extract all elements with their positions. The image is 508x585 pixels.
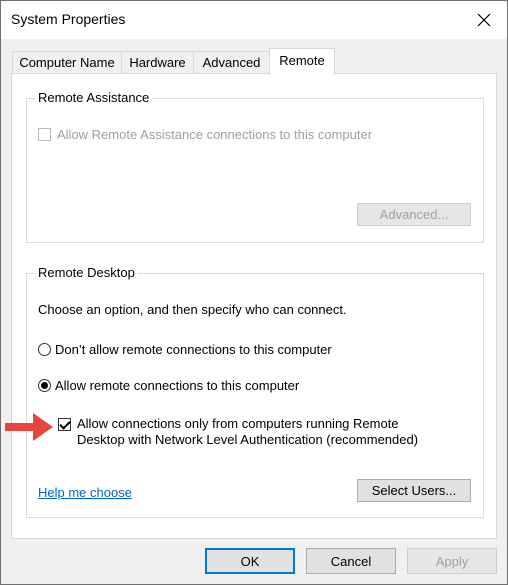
apply-button-label: Apply [435, 553, 469, 569]
help-me-choose-link[interactable]: Help me choose [38, 485, 132, 500]
nla-label: Allow connections only from computers ru… [77, 416, 418, 448]
advanced-button[interactable]: Advanced... [357, 203, 471, 226]
allow-remote-assistance-checkbox[interactable] [38, 128, 51, 141]
advanced-button-label: Advanced... [379, 207, 449, 222]
select-users-button-label: Select Users... [371, 483, 457, 498]
title-bar: System Properties [1, 1, 507, 39]
allow-radio[interactable] [38, 379, 51, 392]
red-arrow-icon [5, 413, 53, 441]
dont-allow-radio-row[interactable]: Don’t allow remote connections to this c… [38, 342, 332, 357]
system-properties-dialog: System Properties Computer Name Hardware… [0, 0, 508, 585]
remote-tab-panel: Remote Assistance Allow Remote Assistanc… [11, 73, 497, 539]
tab-computer-name[interactable]: Computer Name [12, 51, 122, 74]
tab-label: Computer Name [19, 55, 115, 70]
tab-remote[interactable]: Remote [269, 48, 335, 75]
remote-desktop-group: Remote Desktop Choose an option, and the… [26, 265, 484, 518]
ok-button-label: OK [240, 553, 260, 569]
apply-button[interactable]: Apply [407, 548, 497, 574]
nla-label-line2: Desktop with Network Level Authenticatio… [77, 432, 419, 447]
allow-remote-assistance-label: Allow Remote Assistance connections to t… [57, 127, 373, 142]
tab-label: Hardware [129, 55, 186, 70]
remote-desktop-legend: Remote Desktop [35, 265, 138, 280]
window-title: System Properties [11, 11, 126, 27]
ok-button[interactable]: OK [205, 548, 295, 574]
close-icon [477, 13, 491, 27]
tab-label: Advanced [202, 55, 261, 70]
allow-label: Allow remote connections to this compute… [55, 378, 300, 393]
allow-remote-assistance-checkbox-row[interactable]: Allow Remote Assistance connections to t… [38, 127, 372, 142]
allow-radio-row[interactable]: Allow remote connections to this compute… [38, 378, 299, 393]
tab-advanced[interactable]: Advanced [193, 51, 270, 74]
remote-desktop-instruction: Choose an option, and then specify who c… [38, 302, 347, 317]
dont-allow-radio[interactable] [38, 343, 51, 356]
cancel-button[interactable]: Cancel [306, 548, 396, 574]
close-button[interactable] [461, 1, 507, 39]
nla-checkbox[interactable] [58, 418, 71, 431]
remote-assistance-legend: Remote Assistance [35, 90, 153, 105]
select-users-button[interactable]: Select Users... [357, 479, 471, 502]
nla-label-line1: Allow connections only from computers ru… [77, 416, 399, 431]
dont-allow-label: Don’t allow remote connections to this c… [55, 342, 332, 357]
tab-label: Remote [279, 53, 325, 68]
cancel-button-label: Cancel [330, 553, 372, 569]
nla-checkbox-row[interactable]: Allow connections only from computers ru… [58, 416, 418, 448]
remote-assistance-group: Remote Assistance Allow Remote Assistanc… [26, 90, 484, 243]
tab-hardware[interactable]: Hardware [121, 51, 194, 74]
